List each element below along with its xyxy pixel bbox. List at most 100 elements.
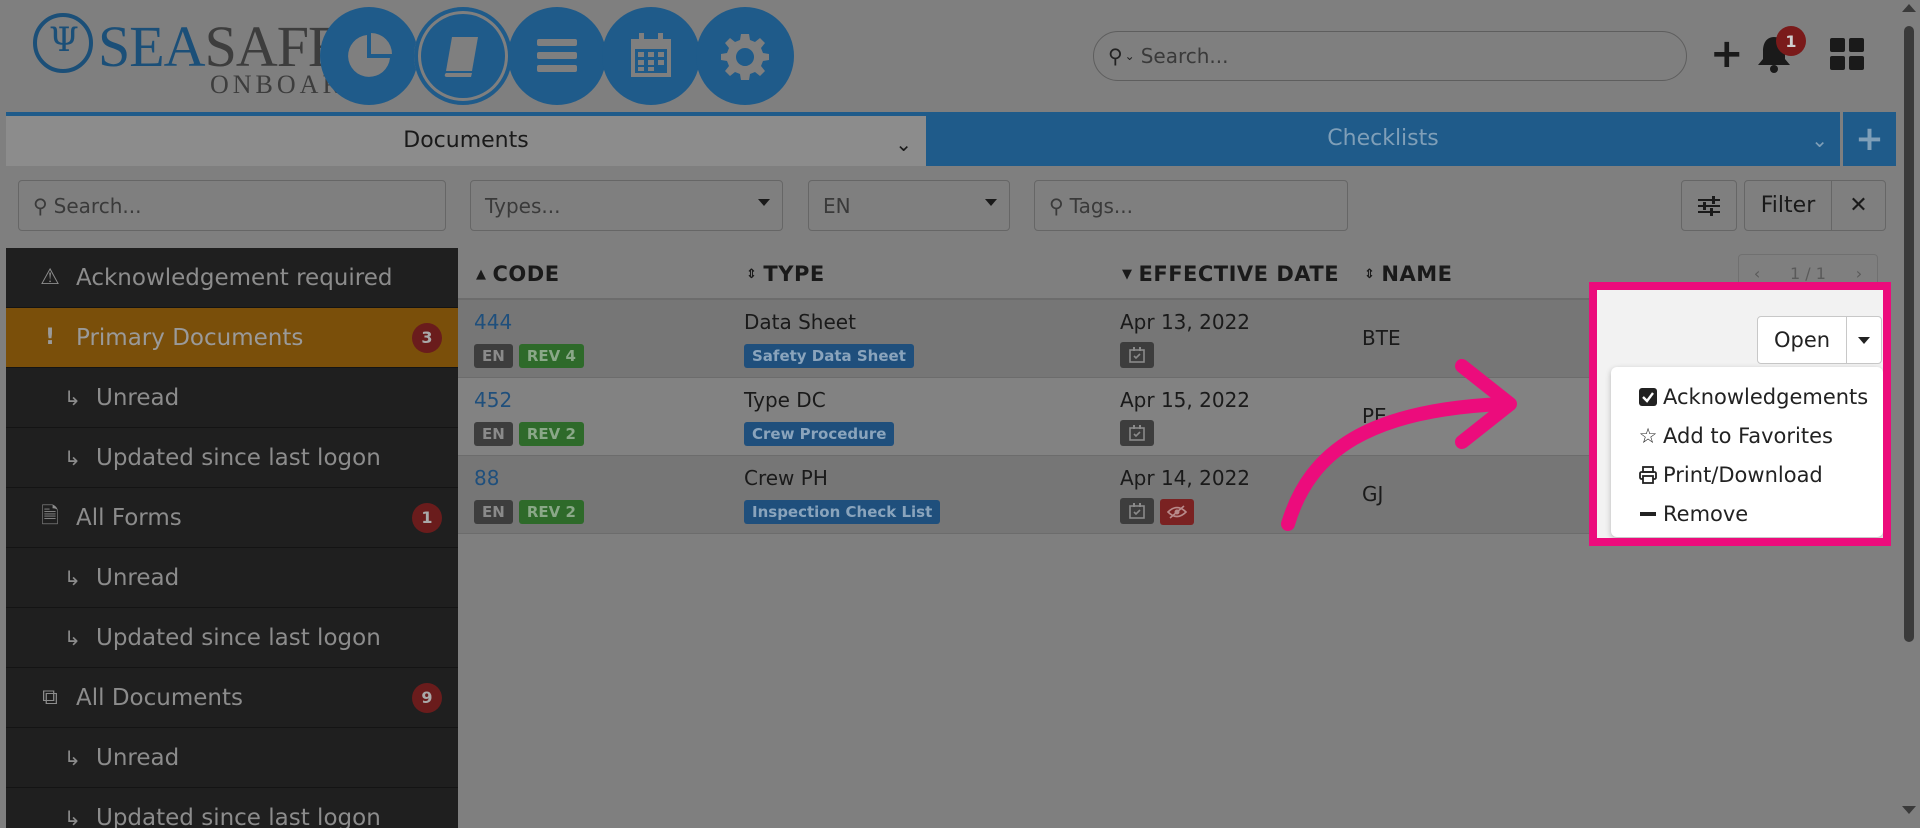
sort-icon: ⇕ [746,267,758,282]
scroll-thumb[interactable] [1904,26,1914,642]
sidebar-item-all-forms[interactable]: 🗎 All Forms 1 [6,488,458,548]
chevron-down-icon[interactable]: ⌄ [895,132,912,156]
tab-documents[interactable]: Documents ⌄ [6,112,926,166]
sub-arrow-icon: ↳ [64,445,81,470]
category-sidebar: ⚠ Acknowledgement required ! Primary Doc… [6,248,458,828]
file-icon: 🗎 [41,503,59,529]
sidebar-item-documents-updated[interactable]: ↳ Updated since last logon [6,788,458,828]
apps-grid-icon[interactable] [1830,38,1864,70]
copy-icon: ⧉ [42,685,58,710]
types-placeholder: Types... [485,193,561,218]
scroll-down-icon[interactable] [1902,806,1916,814]
nav-dashboard-button[interactable] [320,7,418,105]
search-icon: ⚲ [1049,193,1064,218]
clear-filter-button[interactable]: ✕ [1831,180,1886,231]
sidebar-item-primary-documents[interactable]: ! Primary Documents 3 [6,308,458,368]
sub-arrow-icon: ↳ [64,805,81,828]
tags-placeholder: Tags... [1069,193,1134,218]
seasafe-logo[interactable]: Ψ SEASAFE ONBOARD [30,10,370,98]
tab-documents-label: Documents [403,128,529,153]
caret-down-icon [985,199,997,206]
document-name: BTE [1362,326,1401,350]
book-icon [444,37,478,77]
column-header-code[interactable]: ▲ CODE [476,262,560,286]
close-icon: ✕ [1849,193,1868,218]
language-tag: EN [474,500,513,524]
trident-icon: Ψ [49,20,79,60]
sidebar-item-label: Updated since last logon [96,444,381,471]
sort-desc-icon: ▼ [1122,267,1133,282]
nav-calendar-button[interactable] [602,7,700,105]
nav-library-button[interactable] [414,7,512,105]
logo-wordmark: SEASAFE [98,14,343,79]
sidebar-item-label: Updated since last logon [96,624,381,651]
type-tag: Safety Data Sheet [744,344,914,368]
scroll-up-icon[interactable] [1902,4,1916,12]
effective-date: Apr 15, 2022 [1120,388,1251,412]
revision-tag: REV 4 [518,344,584,368]
annotation-arrow [1281,359,1517,531]
nav-settings-button[interactable] [696,7,794,105]
sidebar-item-forms-unread[interactable]: ↳ Unread [6,548,458,608]
document-search-field[interactable]: ⚲ Search... [18,180,446,231]
sidebar-item-primary-unread[interactable]: ↳ Unread [6,368,458,428]
sidebar-item-label: Acknowledgement required [76,264,393,291]
sidebar-item-documents-unread[interactable]: ↳ Unread [6,728,458,788]
nav-menu-button[interactable] [508,7,606,105]
sub-arrow-icon: ↳ [64,745,81,770]
advanced-filter-button[interactable] [1681,180,1737,231]
count-badge: 3 [412,322,442,353]
next-page-icon[interactable]: › [1856,264,1862,283]
prev-page-icon[interactable]: ‹ [1754,264,1760,283]
language-tag: EN [474,422,513,446]
calendar-check-icon [1120,498,1154,524]
sidebar-item-all-documents[interactable]: ⧉ All Documents 9 [6,668,458,728]
column-header-name[interactable]: ⇕ NAME [1364,262,1452,286]
document-type: Type DC [744,388,826,412]
sidebar-item-primary-updated[interactable]: ↳ Updated since last logon [6,428,458,488]
effective-date: Apr 13, 2022 [1120,310,1251,334]
sub-arrow-icon: ↳ [64,625,81,650]
sliders-icon [1698,195,1720,216]
sort-asc-icon: ▲ [476,267,487,282]
tab-checklists[interactable]: Checklists ⌄ [926,112,1840,166]
global-search-input[interactable] [1140,44,1641,68]
filter-bar: ⚲ Search... Types... EN ⚲ Tags... Filter… [6,166,1896,246]
sub-arrow-icon: ↳ [64,385,81,410]
add-tab-button[interactable]: + [1843,112,1896,166]
language-select[interactable]: EN [808,180,1010,231]
tags-field[interactable]: ⚲ Tags... [1034,180,1348,231]
filter-button[interactable]: Filter [1744,180,1832,231]
document-code-link[interactable]: 88 [474,466,499,490]
column-header-effective-date[interactable]: ▼ EFFECTIVE DATE [1122,262,1339,286]
count-badge: 1 [412,502,442,533]
sort-icon: ⇕ [1364,267,1376,282]
type-tag: Inspection Check List [744,500,941,524]
sidebar-item-acknowledgement-required[interactable]: ⚠ Acknowledgement required [6,248,458,308]
global-search[interactable]: ⚲ ⌄ [1093,31,1687,81]
page-scrollbar[interactable] [1896,0,1920,828]
notification-badge: 1 [1776,26,1806,56]
language-value: EN [823,193,851,218]
sidebar-item-forms-updated[interactable]: ↳ Updated since last logon [6,608,458,668]
search-icon: ⚲ [33,193,48,218]
add-icon[interactable]: + [1710,34,1744,74]
menu-icon [537,39,577,72]
calendar-check-icon [1120,342,1154,368]
document-code-link[interactable]: 444 [474,310,512,334]
exclamation-icon: ! [44,325,56,350]
sidebar-item-label: Primary Documents [76,324,304,351]
sub-arrow-icon: ↳ [64,565,81,590]
types-select[interactable]: Types... [470,180,783,231]
type-tag: Crew Procedure [744,422,895,446]
document-code-link[interactable]: 452 [474,388,512,412]
chevron-down-icon[interactable]: ⌄ [1125,49,1135,63]
chevron-down-icon[interactable]: ⌄ [1811,128,1828,152]
revision-tag: REV 2 [518,422,584,446]
tab-checklists-label: Checklists [1327,126,1439,151]
column-header-type[interactable]: ⇕ TYPE [746,262,825,286]
caret-down-icon [758,199,770,206]
effective-date: Apr 14, 2022 [1120,466,1251,490]
language-tag: EN [474,344,513,368]
eye-slash-icon [1160,499,1194,525]
